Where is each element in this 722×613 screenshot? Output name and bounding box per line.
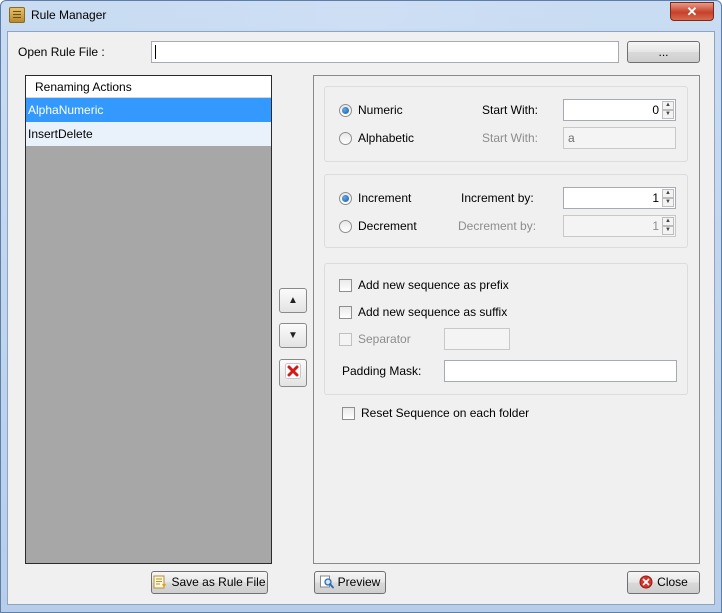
numeric-radio[interactable] xyxy=(339,104,352,117)
prefix-label[interactable]: Add new sequence as prefix xyxy=(358,278,509,292)
down-arrow-icon: ▼ xyxy=(288,330,298,341)
save-as-rule-file-label: Save as Rule File xyxy=(171,575,266,589)
save-as-rule-file-button[interactable]: Save as Rule File xyxy=(151,571,268,594)
open-rule-file-input[interactable] xyxy=(151,41,619,63)
spin-down-icon[interactable]: ▼ xyxy=(662,226,674,235)
separator-label[interactable]: Separator xyxy=(358,332,411,346)
delete-x-icon xyxy=(285,363,301,379)
prefix-checkbox[interactable] xyxy=(339,279,352,292)
start-with-label: Start With: xyxy=(482,103,539,117)
decrement-by-value: 1 xyxy=(652,219,659,233)
open-rule-file-label: Open Rule File : xyxy=(18,45,105,59)
list-item-insertdelete[interactable]: InsertDelete xyxy=(26,122,271,146)
up-arrow-icon: ▲ xyxy=(288,295,298,306)
app-icon xyxy=(9,7,25,23)
padding-mask-label: Padding Mask: xyxy=(342,364,422,378)
spin-down-icon[interactable]: ▼ xyxy=(662,110,674,119)
spin-up-icon[interactable]: ▲ xyxy=(662,101,674,110)
renaming-actions-list[interactable]: Renaming Actions AlphaNumeric InsertDele… xyxy=(25,75,272,564)
decrement-label[interactable]: Decrement xyxy=(358,219,417,233)
start-with-stepper[interactable]: 0 ▲ ▼ xyxy=(563,99,676,121)
reset-sequence-label[interactable]: Reset Sequence on each folder xyxy=(361,406,529,420)
increment-radio[interactable] xyxy=(339,192,352,205)
text-caret xyxy=(155,45,156,59)
increment-by-stepper[interactable]: 1 ▲ ▼ xyxy=(563,187,676,209)
decrement-radio[interactable] xyxy=(339,220,352,233)
alpha-start-with-input[interactable]: a xyxy=(563,127,676,149)
increment-by-value: 1 xyxy=(652,191,659,205)
close-circle-icon xyxy=(639,575,653,589)
move-up-button[interactable]: ▲ xyxy=(279,288,307,313)
window-title: Rule Manager xyxy=(31,8,107,22)
spin-down-icon[interactable]: ▼ xyxy=(662,198,674,207)
separator-input[interactable] xyxy=(444,328,510,350)
start-with-value: 0 xyxy=(652,103,659,117)
alpha-start-with-label: Start With: xyxy=(482,131,539,145)
spin-up-icon[interactable]: ▲ xyxy=(662,189,674,198)
client-area: Open Rule File : ... Renaming Actions Al… xyxy=(7,31,715,605)
suffix-checkbox[interactable] xyxy=(339,306,352,319)
save-file-icon xyxy=(153,575,167,589)
numeric-label[interactable]: Numeric xyxy=(358,103,403,117)
options-group: Add new sequence as prefix Add new seque… xyxy=(324,263,688,395)
alphabetic-label[interactable]: Alphabetic xyxy=(358,131,414,145)
suffix-label[interactable]: Add new sequence as suffix xyxy=(358,305,507,319)
preview-button[interactable]: Preview xyxy=(314,571,386,594)
delete-action-button[interactable] xyxy=(279,359,307,387)
spin-up-icon[interactable]: ▲ xyxy=(662,217,674,226)
increment-by-label: Increment by: xyxy=(461,191,534,205)
preview-label: Preview xyxy=(337,575,381,589)
list-item-alphanumeric[interactable]: AlphaNumeric xyxy=(26,98,271,122)
start-with-arrows[interactable]: ▲ ▼ xyxy=(662,101,674,119)
alphabetic-radio[interactable] xyxy=(339,132,352,145)
magnifier-icon xyxy=(319,575,334,589)
close-button[interactable]: Close xyxy=(627,571,700,594)
move-down-button[interactable]: ▼ xyxy=(279,323,307,348)
window-close-button[interactable]: ✕ xyxy=(670,2,714,21)
padding-mask-input[interactable] xyxy=(444,360,677,382)
title-bar[interactable]: Rule Manager ✕ xyxy=(1,1,721,31)
rule-manager-window: Rule Manager ✕ Open Rule File : ... Rena… xyxy=(0,0,722,613)
direction-group: Increment Increment by: 1 ▲ ▼ Decrement … xyxy=(324,174,688,248)
increment-label[interactable]: Increment xyxy=(358,191,411,205)
close-label: Close xyxy=(657,575,688,589)
sequence-type-group: Numeric Start With: 0 ▲ ▼ Alphabetic Sta… xyxy=(324,86,688,162)
separator-checkbox[interactable] xyxy=(339,333,352,346)
browse-button[interactable]: ... xyxy=(627,41,700,63)
reset-sequence-checkbox[interactable] xyxy=(342,407,355,420)
decrement-by-stepper[interactable]: 1 ▲ ▼ xyxy=(563,215,676,237)
settings-panel: Numeric Start With: 0 ▲ ▼ Alphabetic Sta… xyxy=(313,75,700,564)
list-header[interactable]: Renaming Actions xyxy=(26,76,271,98)
increment-by-arrows[interactable]: ▲ ▼ xyxy=(662,189,674,207)
decrement-by-arrows[interactable]: ▲ ▼ xyxy=(662,217,674,235)
title-bar-background xyxy=(121,1,601,29)
decrement-by-label: Decrement by: xyxy=(458,219,537,233)
